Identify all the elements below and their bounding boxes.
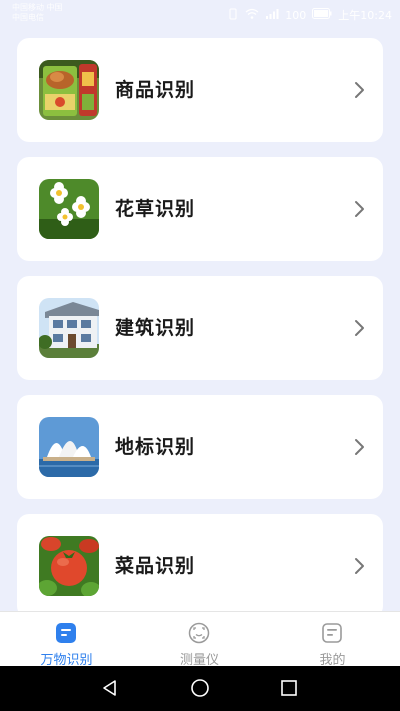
wifi-icon — [245, 8, 259, 23]
clock: 上午10:24 — [338, 9, 392, 22]
status-icons: 100 上午10:24 — [227, 7, 392, 23]
measure-icon — [188, 622, 210, 644]
card-dish-recognition[interactable]: 菜品识别 — [17, 514, 383, 618]
carrier-line-2: 中国电信 — [12, 13, 44, 22]
signal-icon — [265, 8, 279, 23]
card-building-recognition[interactable]: 建筑识别 — [17, 276, 383, 380]
building-thumbnail — [39, 298, 99, 358]
card-label: 地标识别 — [115, 436, 196, 458]
battery-icon — [312, 8, 332, 22]
carrier-line-1: 中国移动 中国 — [12, 3, 63, 12]
home-icon[interactable] — [190, 678, 210, 698]
card-goods-recognition[interactable]: 商品识别 — [17, 38, 383, 142]
recognize-icon — [55, 622, 77, 644]
dish-thumbnail — [39, 536, 99, 596]
tab-recognize[interactable]: 万物识别 — [0, 612, 133, 668]
tab-measure[interactable]: 测量仪 — [133, 612, 266, 668]
landmark-thumbnail — [39, 417, 99, 477]
goods-thumbnail — [39, 60, 99, 120]
chevron-right-icon — [349, 80, 369, 100]
chevron-right-icon — [349, 556, 369, 576]
card-label: 建筑识别 — [115, 317, 196, 339]
tab-profile[interactable]: 我的 — [266, 612, 399, 668]
bottom-nav: 万物识别 测量仪 我的 — [0, 611, 400, 668]
profile-icon — [321, 622, 343, 644]
back-icon[interactable] — [100, 678, 120, 698]
recents-icon[interactable] — [279, 678, 299, 698]
card-landmark-recognition[interactable]: 地标识别 — [17, 395, 383, 499]
system-nav-bar — [0, 666, 400, 711]
chevron-right-icon — [349, 199, 369, 219]
chevron-right-icon — [349, 437, 369, 457]
vibrate-icon — [227, 8, 239, 23]
flowers-thumbnail — [39, 179, 99, 239]
card-label: 菜品识别 — [115, 555, 196, 577]
card-label: 商品识别 — [115, 79, 196, 101]
carrier-info: 中国移动 中国 中国电信 — [12, 3, 63, 23]
chevron-right-icon — [349, 318, 369, 338]
status-bar: 中国移动 中国 中国电信 100 上午10:24 — [0, 0, 400, 30]
card-flower-recognition[interactable]: 花草识别 — [17, 157, 383, 261]
card-label: 花草识别 — [115, 198, 196, 220]
battery-percent: 100 — [285, 8, 307, 22]
